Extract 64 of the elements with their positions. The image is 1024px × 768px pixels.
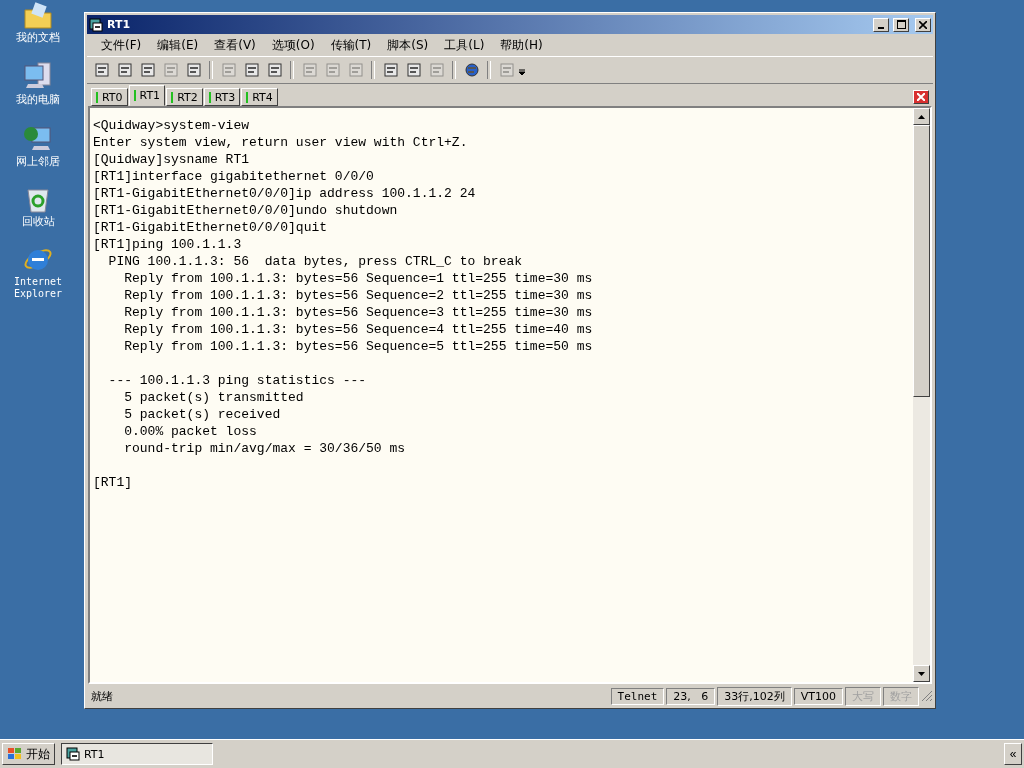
desktop-icon-label[interactable]: 回收站 [21, 216, 55, 228]
session-tab[interactable]: RT2 [166, 88, 203, 106]
terminal-line: 5 packet(s) transmitted [123, 389, 305, 406]
terminal-line: Reply from 100.1.1.3: bytes=56 Sequence=3 ttl=255 time=30 ms [123, 304, 594, 321]
terminal-line: Enter system view, return user view with Ctrl+Z. [93, 134, 469, 151]
menu-item[interactable]: 查看(V) [206, 36, 264, 54]
app-icon [89, 17, 103, 32]
resize-grip-icon[interactable] [921, 690, 933, 702]
close-button[interactable] [915, 17, 931, 32]
folder-icon [23, 2, 53, 30]
menu-item[interactable]: 选项(O) [263, 36, 323, 54]
window-title: RT1 [107, 18, 132, 31]
menu-item[interactable]: 传输(T) [322, 36, 380, 54]
terminal-line: Reply from 100.1.1.3: bytes=56 Sequence=5 ttl=255 time=50 ms [123, 338, 594, 355]
session-tab[interactable]: RT1 [128, 85, 166, 106]
session-tab[interactable]: RT3 [203, 88, 241, 106]
maximize-button[interactable] [893, 17, 909, 32]
app-icon [66, 747, 80, 761]
minimize-button[interactable] [873, 17, 889, 32]
menu-item[interactable]: 文件(F) [93, 36, 150, 54]
terminal-line: PING 100.1.1.3: 56 data bytes, press CTRL_C to break [107, 253, 524, 270]
start-button[interactable]: 开始 [2, 743, 55, 765]
show-more-button[interactable]: « [1004, 743, 1022, 765]
terminal-line: [RT1-GigabitEthernet0/0/0]undo shutdown [93, 202, 399, 219]
taskbar-button[interactable]: RT1 [61, 743, 213, 765]
session-tab[interactable]: RT4 [241, 88, 278, 106]
desktop-icon-label[interactable]: 我的文档 [16, 32, 60, 44]
desktop-icon-label[interactable]: 我的电脑 [16, 94, 60, 106]
status-message: 就绪 [90, 688, 114, 704]
vertical-scrollbar[interactable] [913, 108, 930, 682]
terminal-line: [RT1-GigabitEthernet0/0/0]quit [93, 219, 329, 236]
desktop-icon-label[interactable]: 网上邻居 [16, 156, 60, 168]
desktop-icon-label[interactable]: Internet Explorer [13, 276, 63, 300]
maximize-icon [896, 20, 906, 29]
up-arrow-icon[interactable] [918, 114, 925, 119]
terminal-line: 5 packet(s) received [123, 406, 282, 423]
terminal-line: [Quidway]sysname RT1 [93, 151, 251, 168]
terminal-line: Reply from 100.1.1.3: bytes=56 Sequence=2 ttl=255 time=30 ms [123, 287, 594, 304]
terminal-line: --- 100.1.1.3 ping statistics --- [107, 372, 368, 389]
status-field: 23, 6 [666, 687, 716, 705]
terminal-line: [RT1]interface gigabitethernet 0/0/0 [93, 168, 375, 185]
terminal-output[interactable] [90, 108, 913, 682]
down-arrow-icon[interactable] [918, 671, 925, 676]
menu-item[interactable]: 编辑(E) [149, 36, 207, 54]
terminal-line: <Quidway>system-view [93, 117, 251, 134]
terminal-line: round-trip min/avg/max = 30/36/50 ms [123, 440, 407, 457]
menu-item[interactable]: 脚本(S) [379, 36, 437, 54]
menu-item[interactable]: 工具(L) [436, 36, 493, 54]
close-icon [917, 93, 925, 101]
status-field: 33行,102列 [717, 686, 792, 706]
close-icon [919, 20, 927, 29]
close-tab-button[interactable] [913, 90, 929, 104]
menu-item[interactable]: 帮助(H) [492, 36, 551, 54]
terminal-line: [RT1-GigabitEthernet0/0/0]ip address 100.1.1.2 24 [93, 185, 477, 202]
session-tab[interactable]: RT0 [91, 88, 128, 106]
status-field: VT100 [793, 687, 843, 705]
terminal-line: 0.00% packet loss [123, 423, 258, 440]
windows-flag-icon [7, 747, 23, 761]
status-field: Telnet [610, 687, 665, 705]
minimize-icon [878, 26, 884, 29]
terminal-line: Reply from 100.1.1.3: bytes=56 Sequence=4 ttl=255 time=40 ms [123, 321, 594, 338]
terminal-line: [RT1] [93, 474, 133, 491]
terminal-line: [RT1]ping 100.1.1.3 [93, 236, 243, 253]
terminal-line: Reply from 100.1.1.3: bytes=56 Sequence=1 ttl=255 time=30 ms [123, 270, 594, 287]
